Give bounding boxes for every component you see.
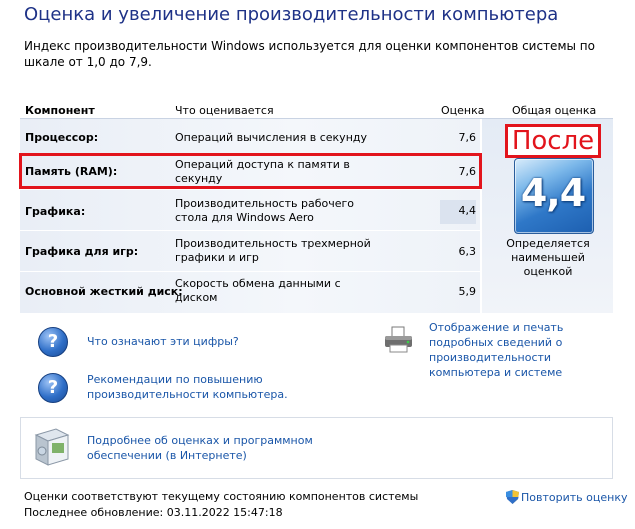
row-score-graphics: 4,4 [440,200,476,224]
row-score-gaming: 6,3 [458,245,477,258]
row-score-disk: 5,9 [458,285,477,298]
header-what: Что оценивается [175,104,274,117]
row-component-graphics: Графика: [25,205,86,218]
question-icon: ? [38,327,68,357]
header-score: Оценка [441,104,485,117]
overall-score-note: Определяется наименьшей оценкой [506,237,590,278]
link-online-info[interactable]: Подробнее об оценках и программном обесп… [87,433,327,463]
base-score-value: 4,4 [520,171,586,215]
header-overall: Общая оценка [512,104,597,117]
row-component-disk: Основной жесткий диск: [25,285,183,298]
page-title: Оценка и увеличение производительности к… [24,4,559,25]
header-component: Компонент [25,104,95,117]
row-what-gaming: Производительность трехмерной графики и … [175,237,371,264]
printer-icon [382,325,416,355]
row-divider [20,271,480,272]
rerun-assessment-button[interactable]: Повторить оценку [521,490,627,505]
question-icon: ? [38,373,68,403]
row-component-cpu: Процессор: [25,131,99,144]
footer-status: Оценки соответствуют текущему состоянию … [24,490,419,503]
row-what-disk: Скорость обмена данными с диском [175,277,341,304]
row-component-gaming: Графика для игр: [25,245,139,258]
link-what-numbers[interactable]: Что означают эти цифры? [87,334,239,349]
row-score-cpu: 7,6 [458,131,477,144]
row-divider [20,230,480,231]
page-description: Индекс производительности Windows исполь… [24,39,595,69]
software-box-icon [32,425,72,469]
link-print-info[interactable]: Отображение и печать подробных сведений … [429,320,619,380]
link-recommendations[interactable]: Рекомендации по повышению производительн… [87,372,317,402]
row-what-graphics: Производительность рабочего стола для Wi… [175,197,355,224]
annotation-highlight-ram [19,153,482,189]
annotation-label: После [505,124,601,158]
footer-last-update: Последнее обновление: 03.11.2022 15:47:1… [24,506,283,519]
shield-icon [505,489,520,505]
row-what-cpu: Операций вычисления в секунду [175,131,367,144]
row-divider [20,189,480,190]
